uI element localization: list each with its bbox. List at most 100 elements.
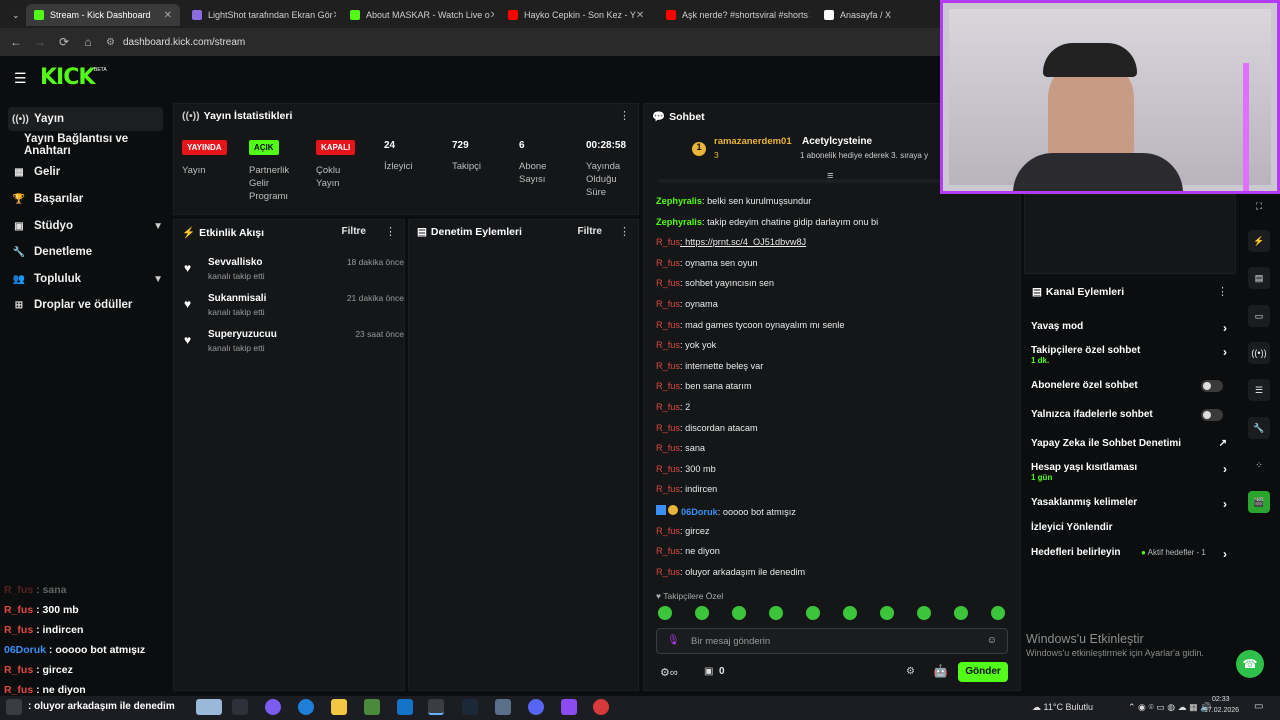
action-emotes-only[interactable]: Yalnızca ifadelerle sohbet [1031,409,1227,421]
emote-icon[interactable] [769,606,783,620]
more-icon[interactable]: ⋮ [1217,285,1228,298]
action-followers-only[interactable]: Takipçilere özel sohbet 1 dk. › [1031,345,1227,365]
tab-lightshot[interactable]: LightShot tarafından Ekran Gör✕ [184,4,336,26]
chat-username[interactable]: R_fus [656,464,680,474]
mail-icon[interactable] [397,699,413,715]
tab-ask-nerde[interactable]: Aşk nerde? #shortsviral #shorts✕ [658,4,810,26]
tab-x[interactable]: Anasayfa / X [816,4,936,26]
tab-kick-dashboard[interactable]: Stream - Kick Dashboard ✕ [26,4,180,26]
weather[interactable]: ☁ 11°C Bulutlu [1032,702,1093,713]
action-raid[interactable]: İzleyici Yönlendir [1031,522,1227,533]
lightning-icon[interactable]: ⚡ [1248,230,1270,252]
emote-icon[interactable] [843,606,857,620]
sidebar-item-denetleme[interactable]: 🔧 Denetleme [8,240,163,264]
sidebar-item-studyo[interactable]: ▣ Stüdyo ▼ [8,214,163,238]
tab-list-button[interactable]: ⌄ [4,4,22,26]
sidebar-item-basarilar[interactable]: 🏆 Başarılar [8,187,163,211]
sidebar-item-stream-key[interactable]: Yayın Bağlantısı ve Anahtarı [8,133,170,157]
close-tab-icon[interactable]: ✕ [164,10,172,21]
widget-image[interactable] [196,699,222,715]
chrome-icon[interactable] [428,699,444,715]
emote-icon[interactable] [991,606,1005,620]
chat-username[interactable]: R_fus [656,258,680,268]
site-info-icon[interactable]: ⚙ [106,37,115,48]
filter-button[interactable]: Filtre [578,226,602,237]
wrench-icon[interactable]: 🔧 [1248,417,1270,439]
kick-logo[interactable]: KICK [40,65,95,90]
chat-username[interactable]: R_fus [656,340,680,350]
layout-icon[interactable]: ☰ [1248,379,1270,401]
clock-date[interactable]: 17.02.2026 [1204,707,1239,714]
emote-icon[interactable] [695,606,709,620]
more-icon[interactable]: ⋮ [619,109,630,122]
forward-icon[interactable]: → [32,35,48,49]
emote-icon[interactable] [658,606,672,620]
obs-icon[interactable] [593,699,609,715]
app-icon[interactable] [561,699,577,715]
more-icon[interactable]: ⋮ [385,225,396,238]
chat-username[interactable]: Zephyralis [656,217,702,227]
file-explorer-icon[interactable] [331,699,347,715]
close-tab-icon[interactable]: ✕ [808,10,810,21]
close-tab-icon[interactable]: ✕ [333,10,336,21]
chat-username[interactable]: R_fus [656,381,680,391]
microphone-icon[interactable]: 🎙 [667,635,680,646]
chat-username[interactable]: R_fus [656,299,680,309]
clapper-icon[interactable]: 🎬 [1248,491,1270,513]
more-icon[interactable]: ⋮ [619,225,630,238]
emote-icon[interactable] [954,606,968,620]
broadcast-icon[interactable]: ((•)) [1248,342,1270,364]
settings-icon[interactable]: ⚙ [906,666,915,677]
chat-username[interactable]: R_fus [656,361,680,371]
sidebar-item-topluluk[interactable]: 👥 Topluluk ▼ [8,267,163,291]
sidebar-item-gelir[interactable]: ▦ Gelir [8,160,163,184]
close-tab-icon[interactable]: ✕ [636,10,644,21]
tab-hayko[interactable]: Hayko Cepkin - Son Kez - Y ✕ [500,4,652,26]
pinned-user[interactable]: ramazanerdem01 [714,136,792,147]
tab-maskar[interactable]: About MASKAR - Watch Live o ✕ [342,4,494,26]
apps-icon[interactable]: ⁘ [1248,454,1270,476]
app-icon[interactable] [495,699,511,715]
edge-icon[interactable] [298,699,314,715]
filter-button[interactable]: Filtre [342,226,366,237]
action-subscribers-only[interactable]: Abonelere özel sohbet [1031,380,1227,392]
chat-input[interactable]: 🎙 Bir mesaj gönderin ☺ [656,628,1008,654]
copilot-icon[interactable] [265,699,281,715]
help-icon[interactable]: ☎ [1236,650,1264,678]
pinned-target[interactable]: Acetylcysteine [802,136,872,147]
send-button[interactable]: Gönder [958,662,1008,682]
chat-username[interactable]: R_fus [656,320,680,330]
back-icon[interactable]: ← [8,35,24,49]
url-field[interactable]: ⚙ dashboard.kick.com/stream [106,32,245,52]
close-tab-icon[interactable]: ✕ [490,10,494,21]
action-banned-words[interactable]: Yasaklanmış kelimeler › [1031,497,1227,511]
chat-username[interactable]: Zephyralis [656,196,702,206]
emote-icon[interactable] [732,606,746,620]
windows-start-icon[interactable] [6,699,22,715]
toggle-switch[interactable] [1201,409,1223,421]
task-view-icon[interactable] [232,699,248,715]
menu-icon[interactable]: ☰ [14,70,27,87]
home-icon[interactable]: ⌂ [80,35,96,49]
clock-time[interactable]: 02:33 [1212,696,1230,703]
steam-icon[interactable] [462,699,478,715]
action-account-age[interactable]: Hesap yaşı kısıtlaması 1 gün › [1031,462,1227,482]
discord-icon[interactable] [528,699,544,715]
chat-text[interactable]: : https://prnt.sc/4_OJ51dbvw8J [680,237,806,247]
sidebar-item-droplar[interactable]: ⊞ Droplar ve ödüller [8,293,163,317]
action-ai-moderation[interactable]: Yapay Zeka ile Sohbet Denetimi ↗ [1031,438,1227,449]
emote-icon[interactable] [917,606,931,620]
chat-username[interactable]: R_fus [656,237,680,247]
expand-icon[interactable]: ⛶ [1248,195,1270,217]
sidebar-item-yayin[interactable]: ((•)) Yayın [8,107,163,131]
chat-username[interactable]: 06Doruk [681,507,718,517]
chat-username[interactable]: R_fus [656,546,680,556]
chat-username[interactable]: R_fus [656,526,680,536]
chat-icon[interactable]: ▭ [1248,305,1270,327]
chat-username[interactable]: R_fus [656,402,680,412]
emote-icon[interactable] [880,606,894,620]
chat-username[interactable]: R_fus [656,567,680,577]
chat-username[interactable]: R_fus [656,484,680,494]
notification-icon[interactable]: ▭ [1254,701,1263,712]
action-slow-mode[interactable]: Yavaş mod › [1031,321,1227,335]
